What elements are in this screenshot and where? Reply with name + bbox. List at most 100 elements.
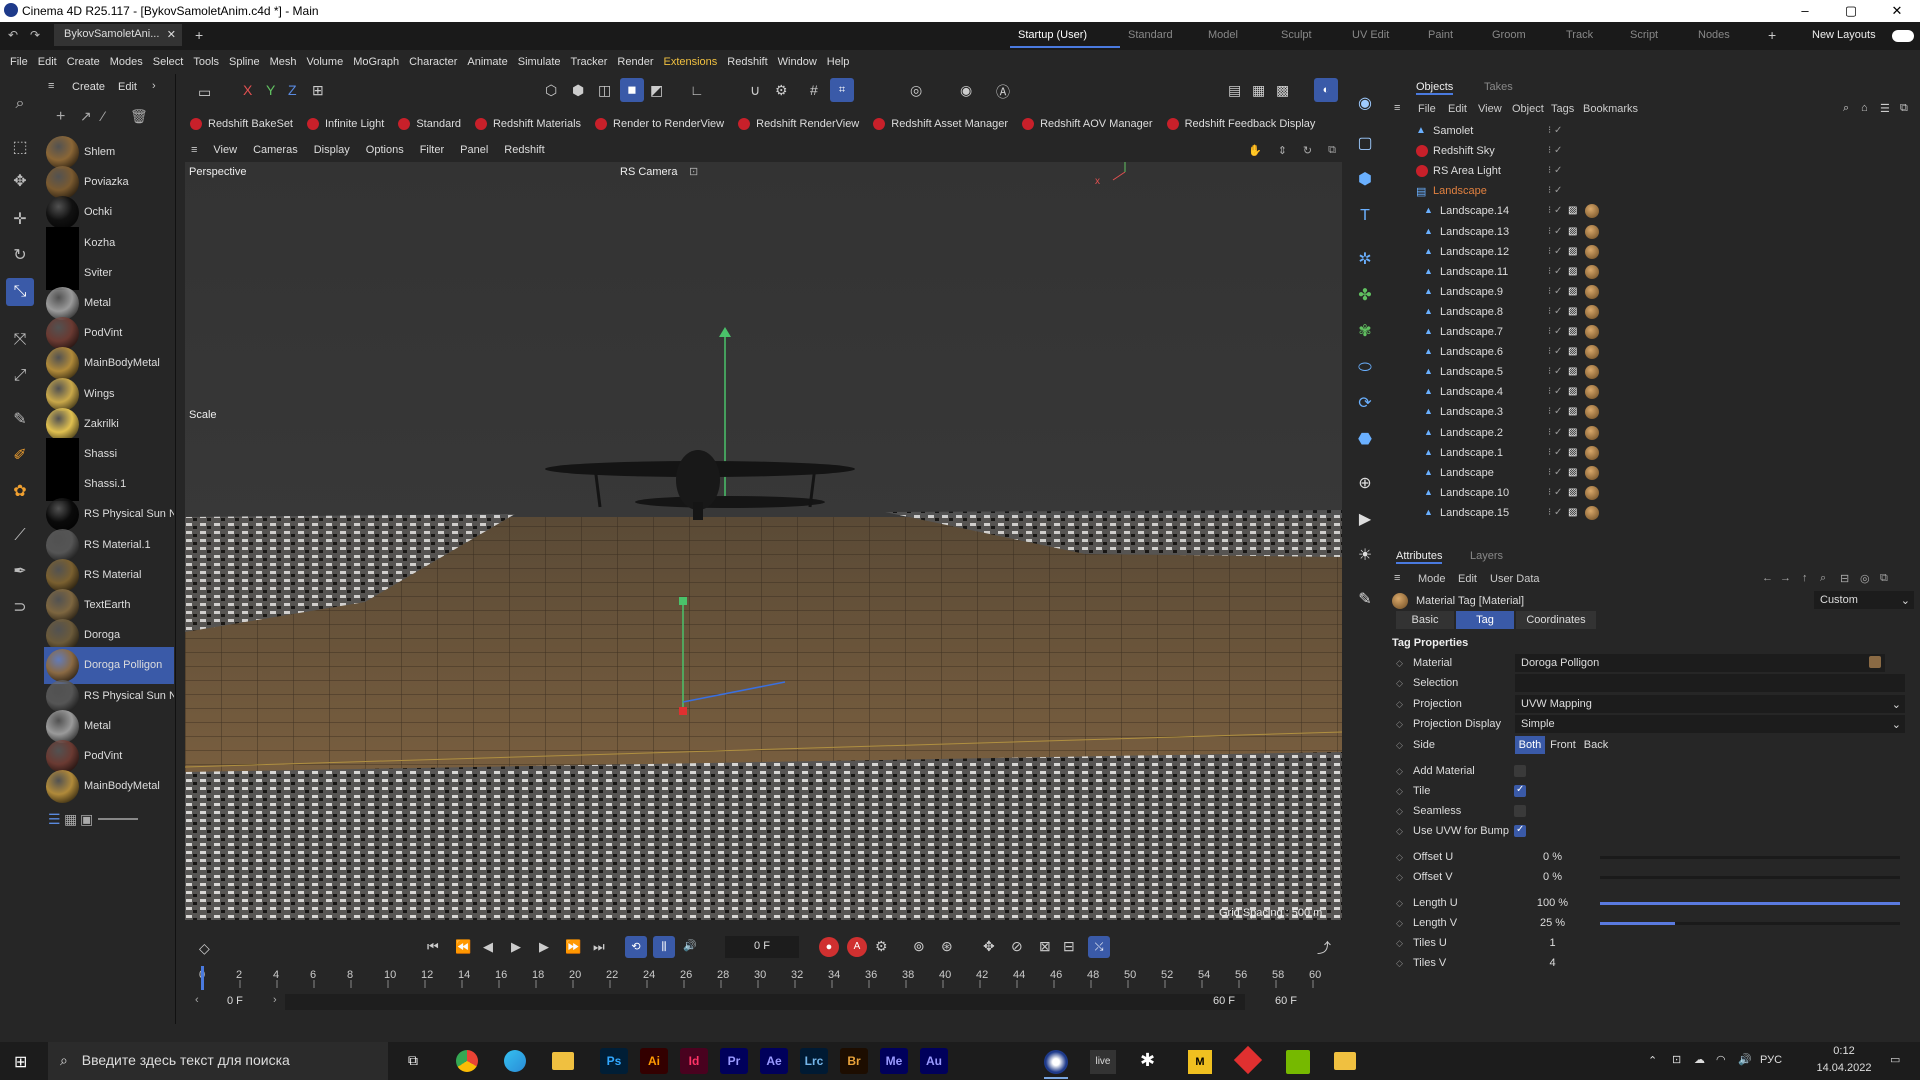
cube-primitive-icon[interactable]: ▢ bbox=[1351, 130, 1379, 158]
taskbar-search[interactable]: ⌕ Введите здесь текст для поиска bbox=[48, 1042, 388, 1080]
projection-dropdown[interactable]: UVW Mapping ⌄ bbox=[1515, 695, 1905, 713]
volume-tray-icon[interactable]: 🔊 bbox=[1738, 1053, 1752, 1066]
list-view-icon[interactable]: ☰ bbox=[48, 811, 61, 828]
tag-icon[interactable]: ✎ bbox=[1351, 586, 1379, 614]
play-icon[interactable]: ▶ bbox=[511, 939, 521, 955]
subtab-coordinates[interactable]: Coordinates bbox=[1516, 611, 1596, 629]
snap-icon[interactable]: ⌗ bbox=[830, 78, 854, 102]
taskbar-app-icon[interactable]: Pr bbox=[720, 1048, 748, 1074]
key-param-icon[interactable]: ⊘ bbox=[1011, 938, 1023, 955]
rs-aov-manager-button[interactable]: Redshift AOV Manager bbox=[1022, 118, 1153, 131]
eyedropper-icon[interactable]: ⁄ bbox=[102, 108, 104, 124]
visibility-toggle-icon[interactable]: ⁝ ✓ bbox=[1548, 487, 1562, 498]
environment-icon[interactable]: ⊕ bbox=[1351, 470, 1379, 498]
z-axis-lock-icon[interactable]: Z bbox=[288, 82, 297, 98]
material-tag-icon[interactable] bbox=[1585, 445, 1599, 460]
y-axis-lock-icon[interactable]: Y bbox=[266, 82, 275, 98]
record-icon[interactable]: ● bbox=[819, 937, 839, 957]
task-view-icon[interactable]: ⧉ bbox=[408, 1052, 418, 1069]
tray-chevron-icon[interactable]: ⌃ bbox=[1648, 1054, 1657, 1067]
layout-paint[interactable]: Paint bbox=[1428, 29, 1453, 41]
solo-icon[interactable]: ◉ bbox=[960, 82, 972, 99]
visibility-toggle-icon[interactable]: ⁝ ✓ bbox=[1548, 286, 1562, 297]
menu-create[interactable]: Create bbox=[67, 56, 100, 68]
camera-link-icon[interactable]: ⊡ bbox=[689, 165, 698, 178]
layout-nodes[interactable]: Nodes bbox=[1698, 29, 1730, 41]
range-end-max-field[interactable]: 60 F bbox=[1275, 995, 1297, 1007]
material-tag-icon[interactable] bbox=[1585, 365, 1599, 380]
file-explorer-icon[interactable] bbox=[552, 1052, 574, 1070]
menu-tools[interactable]: Tools bbox=[193, 56, 219, 68]
redo-icon[interactable]: ↷ bbox=[30, 28, 40, 42]
material-item[interactable]: MainBodyMetal bbox=[44, 768, 174, 805]
keyframe-diamond-icon[interactable]: ◇ bbox=[1396, 766, 1403, 777]
visibility-toggle-icon[interactable]: ⁝ ✓ bbox=[1548, 467, 1562, 478]
keyframe-diamond-icon[interactable]: ◇ bbox=[1396, 719, 1403, 730]
menu-simulate[interactable]: Simulate bbox=[518, 56, 561, 68]
layout-groom[interactable]: Groom bbox=[1492, 29, 1526, 41]
visibility-toggle-icon[interactable]: ⁝ ✓ bbox=[1548, 125, 1562, 136]
rs-standard-button[interactable]: Standard bbox=[398, 118, 461, 131]
timeline-graph-icon[interactable]: ⤴ bbox=[1317, 938, 1331, 958]
tab-takes[interactable]: Takes bbox=[1484, 81, 1513, 93]
timeline-ruler[interactable]: 0246810121416182022242628303234363840424… bbox=[199, 966, 1329, 990]
attr-new-window-icon[interactable]: ⧉ bbox=[1880, 572, 1888, 585]
menu-spline[interactable]: Spline bbox=[229, 56, 260, 68]
tiles-u-field[interactable]: 1 bbox=[1515, 934, 1590, 952]
visibility-toggle-icon[interactable]: ⁝ ✓ bbox=[1548, 185, 1562, 196]
layout-toggle[interactable] bbox=[1892, 30, 1914, 42]
keyframe-diamond-icon[interactable]: ◇ bbox=[1396, 826, 1403, 837]
phong-tag-icon[interactable]: ▨ bbox=[1568, 507, 1577, 518]
key-point-icon[interactable]: ⊟ bbox=[1063, 938, 1075, 955]
dolly-icon[interactable]: ⇕ bbox=[1278, 144, 1287, 157]
tray-device-icon[interactable]: ⊡ bbox=[1672, 1053, 1681, 1066]
viewport-3d[interactable]: x Perspective RS Camera ⊡ Scale Grid Spa… bbox=[185, 162, 1342, 920]
lock-icon[interactable]: ⊟ bbox=[1840, 572, 1849, 585]
windows-start-icon[interactable]: ⊞ bbox=[14, 1052, 27, 1072]
layout-script[interactable]: Script bbox=[1630, 29, 1658, 41]
keyframe-diamond-icon[interactable]: ◇ bbox=[1396, 806, 1403, 817]
visibility-toggle-icon[interactable]: ⁝ ✓ bbox=[1548, 226, 1562, 237]
object-row[interactable]: ▲ Landscape.1 ⁝ ✓ ▨ bbox=[1388, 444, 1920, 464]
hamburger-icon[interactable]: ≡ bbox=[48, 80, 54, 92]
rs-render-to-renderview-button[interactable]: Render to RenderView bbox=[595, 118, 724, 131]
fps-icon[interactable]: ⫼ bbox=[653, 936, 675, 958]
close-button[interactable]: ✕ bbox=[1874, 0, 1920, 22]
phong-tag-icon[interactable]: ▨ bbox=[1568, 386, 1577, 397]
layout-sculpt[interactable]: Sculpt bbox=[1281, 29, 1312, 41]
obj-menu-object[interactable]: Object bbox=[1512, 103, 1544, 115]
range-right-arrow-icon[interactable]: › bbox=[273, 994, 277, 1006]
material-tag-icon[interactable] bbox=[1585, 304, 1599, 319]
attr-menu-edit[interactable]: Edit bbox=[1458, 573, 1477, 585]
layout-startup[interactable]: Startup (User) bbox=[1018, 29, 1087, 41]
material-link-field[interactable]: Doroga Polligon bbox=[1515, 654, 1885, 672]
arrow-icon[interactable]: ↗ bbox=[80, 108, 92, 125]
subtab-basic[interactable]: Basic bbox=[1396, 611, 1454, 629]
visibility-toggle-icon[interactable]: ⁝ ✓ bbox=[1548, 447, 1562, 458]
clock-time[interactable]: 0:12 bbox=[1814, 1045, 1874, 1057]
phong-tag-icon[interactable]: ▨ bbox=[1568, 406, 1577, 417]
seamless-checkbox[interactable] bbox=[1514, 805, 1526, 817]
material-tag-icon[interactable] bbox=[1585, 204, 1599, 219]
menu-mesh[interactable]: Mesh bbox=[270, 56, 297, 68]
keyframe-diamond-icon[interactable]: ◇ bbox=[1396, 740, 1403, 751]
keyframe-diamond-icon[interactable]: ◇ bbox=[1396, 852, 1403, 863]
workplane-icon[interactable]: ◎ bbox=[910, 82, 922, 99]
axis-mode-icon[interactable]: ∟ bbox=[690, 82, 704, 98]
keyframe-diamond-icon[interactable]: ◇ bbox=[1396, 872, 1403, 883]
material-tag-icon[interactable] bbox=[1585, 405, 1599, 420]
loop-icon[interactable]: ⟲ bbox=[625, 936, 647, 958]
rs-materials-button[interactable]: Redshift Materials bbox=[474, 118, 581, 131]
text-icon[interactable]: T bbox=[1351, 202, 1379, 230]
length-v-slider[interactable] bbox=[1600, 922, 1900, 925]
magnet-tool-icon[interactable]: ⊃ bbox=[6, 594, 34, 622]
autokey-icon[interactable]: A bbox=[847, 937, 867, 957]
side-both-button[interactable]: Both bbox=[1515, 736, 1545, 754]
move-tool-icon[interactable]: ✛ bbox=[6, 206, 34, 234]
generator-icon[interactable]: ⟳ bbox=[1351, 390, 1379, 418]
polygon-object-icon[interactable]: ⬢ bbox=[1351, 166, 1379, 194]
subtab-tag[interactable]: Tag bbox=[1456, 611, 1514, 629]
object-row[interactable]: ▲ Landscape.7 ⁝ ✓ ▨ bbox=[1388, 323, 1920, 343]
object-row[interactable]: ▲ Landscape.5 ⁝ ✓ ▨ bbox=[1388, 363, 1920, 383]
range-slider[interactable] bbox=[285, 994, 1245, 1010]
